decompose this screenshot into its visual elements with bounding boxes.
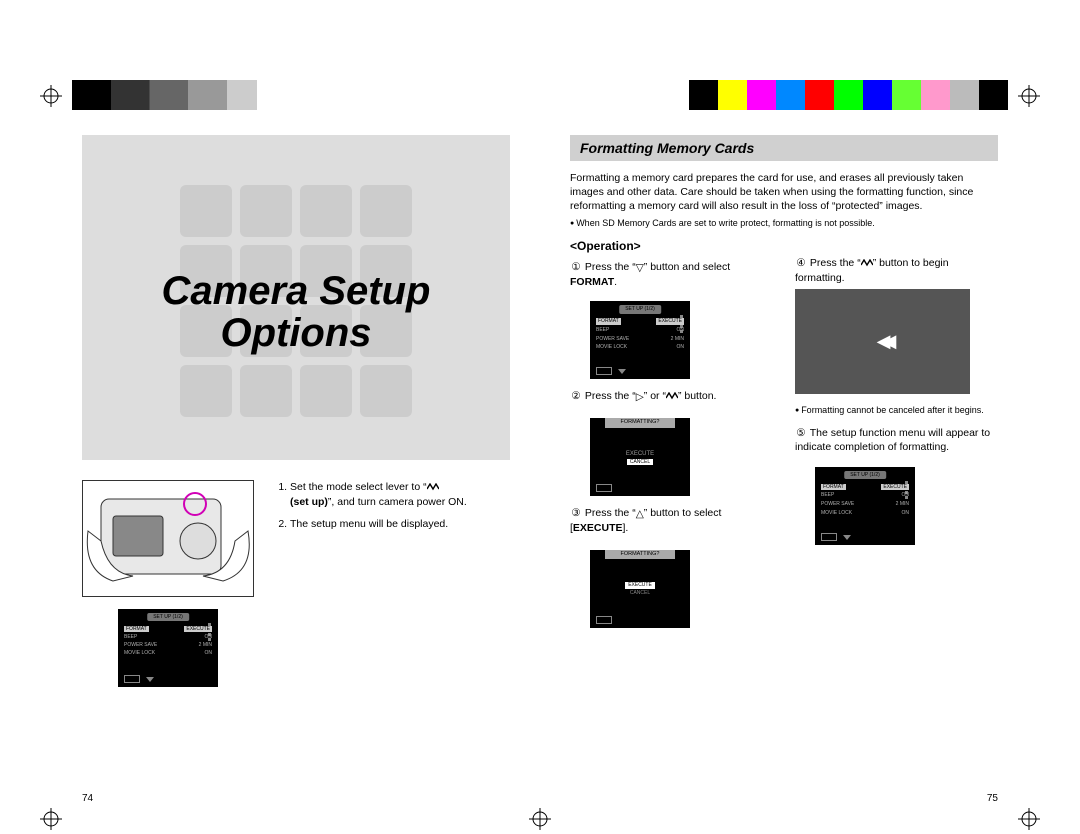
registration-mark-icon [1018, 85, 1040, 107]
color-calibration-strip [72, 80, 1008, 110]
op-step-3: ③ Press the “△” button to select [EXECUT… [570, 506, 773, 627]
hero-title-line1: Camera Setup [162, 269, 431, 313]
lcd-step-1: SET UP (1/2) FORMATEXECUTE BEEPON POWER … [590, 301, 690, 379]
lcd-step-2: FORMATTING? EXECUTE CANCEL [590, 418, 690, 496]
intro-step-1: Set the mode select lever to “ (set up)”… [290, 480, 467, 509]
lcd-header: SET UP (1/2) [147, 613, 189, 621]
lcd-step-5: SET UP (1/2) FORMATEXECUTE BEEPON POWER … [815, 467, 915, 545]
enter-icon [861, 257, 873, 271]
setup-icon [427, 481, 439, 495]
top-note: When SD Memory Cards are set to write pr… [570, 218, 998, 228]
op-step-4: ④ Press the “” button to begin formattin… [795, 256, 998, 394]
op-step-1: ① Press the “▽” button and select FORMAT… [570, 260, 773, 379]
up-triangle-icon: △ [636, 507, 644, 521]
intro-steps: Set the mode select lever to “ (set up)”… [272, 480, 467, 687]
op-step-2: ② Press the “▷” or “” button. FORMATTING… [570, 389, 773, 496]
page-right: Formatting Memory Cards Formatting a mem… [540, 115, 1008, 804]
page-number-right: 75 [987, 793, 998, 804]
operation-col-b: ④ Press the “” button to begin formattin… [795, 238, 998, 638]
operation-heading: <Operation> [570, 238, 773, 254]
down-triangle-icon: ▽ [636, 261, 644, 275]
page-spread: Camera Setup Options [72, 115, 1008, 804]
op-step-5: ⑤ The setup function menu will appear to… [795, 426, 998, 544]
enter-icon [666, 390, 678, 404]
section-heading: Formatting Memory Cards [570, 135, 998, 161]
lcd-step-3: FORMATTING? EXECUTE CANCEL [590, 550, 690, 628]
intro-step-2: The setup menu will be displayed. [290, 517, 467, 531]
registration-mark-icon [40, 85, 62, 107]
right-triangle-icon: ▷ [636, 390, 644, 404]
page-number-left: 74 [82, 793, 93, 804]
lcd-setup-menu: SET UP (1/2) FORMATEXECUTE BEEPON POWER … [118, 609, 218, 687]
mid-note-list: Formatting cannot be canceled after it b… [795, 404, 998, 416]
mid-note: Formatting cannot be canceled after it b… [795, 404, 998, 416]
hero-title-line2: Options [220, 311, 371, 355]
operation-col-a: <Operation> ① Press the “▽” button and s… [570, 238, 773, 638]
top-note-list: When SD Memory Cards are set to write pr… [570, 218, 998, 228]
registration-mark-icon [40, 808, 62, 830]
registration-mark-icon [1018, 808, 1040, 830]
play-icon: ◀◀ [877, 329, 889, 353]
formatting-screenshot: ◀◀ [795, 289, 970, 394]
camera-illustration [82, 480, 254, 597]
chapter-hero: Camera Setup Options [82, 135, 510, 460]
intro-paragraph: Formatting a memory card prepares the ca… [570, 171, 998, 214]
registration-mark-icon [529, 808, 551, 830]
page-left: Camera Setup Options [72, 115, 540, 804]
